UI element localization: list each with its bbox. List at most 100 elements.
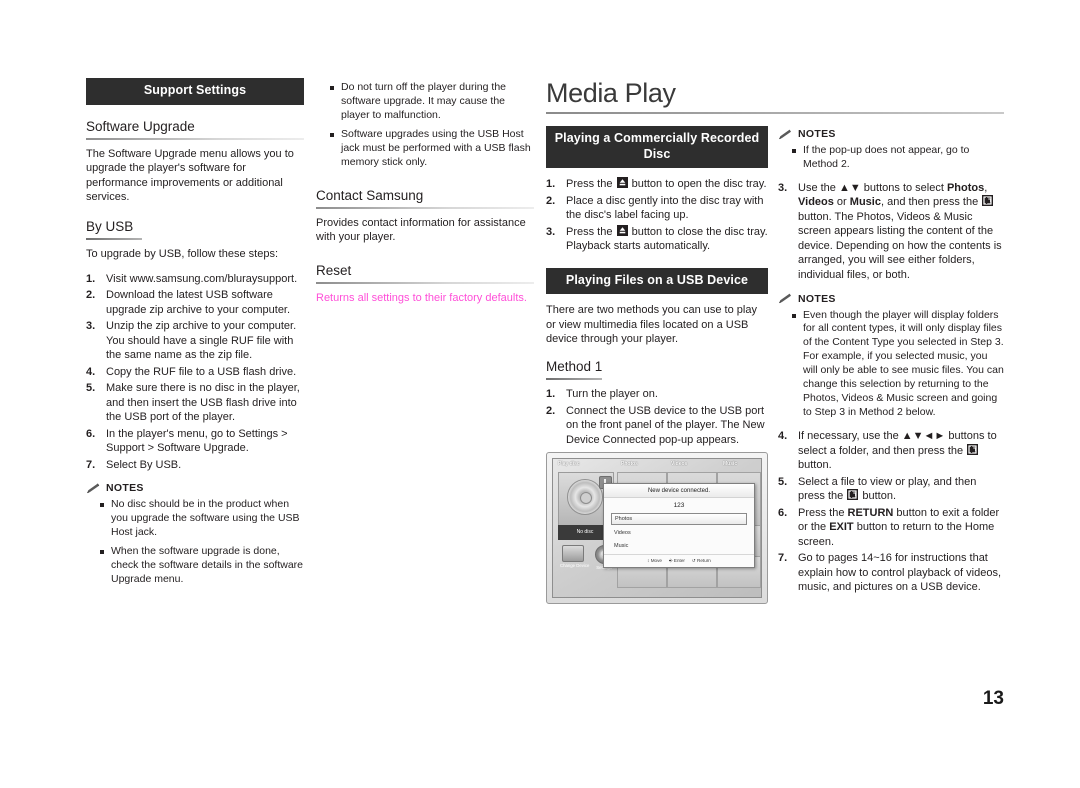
step-seg: , and then press the (880, 196, 982, 209)
step-3-block: 3. Use the ▲▼ buttons to select Photos, V… (778, 181, 1004, 283)
column-media-play: Playing a Commercially Recorded Disc 1. P… (546, 126, 768, 456)
usb-intro: There are two methods you can use to pla… (546, 304, 757, 346)
banner-playing-disc: Playing a Commercially Recorded Disc (546, 126, 768, 169)
step-text: Download the latest USB software upgrade… (106, 289, 291, 316)
change-device-label: Change Device (560, 563, 590, 568)
steps-4-to-7: 4. If necessary, use the ▲▼◄► buttons to … (778, 429, 1004, 595)
enter-icon (982, 195, 994, 207)
heading-rule (86, 137, 304, 140)
enter-icon (967, 443, 979, 455)
list-item: No disc should be in the product when yo… (100, 498, 304, 540)
list-item: 3. Press the button to close the disc tra… (546, 224, 768, 254)
notes-block: NOTES No disc should be in the product w… (86, 482, 304, 587)
column-support-settings: Support Settings Software Upgrade The So… (86, 78, 304, 596)
step-text: Connect the USB device to the USB port o… (566, 404, 765, 446)
keyword-exit: EXIT (829, 521, 854, 534)
notes-header: NOTES (778, 128, 1004, 140)
step-seg: Press the (798, 506, 848, 519)
list-item: Even though the player will display fold… (792, 309, 1004, 421)
home-label-play-disc: Play disc (558, 461, 580, 467)
pencil-icon (86, 483, 101, 494)
step-text-pre: Press the (566, 178, 616, 191)
change-device-item: Change Device (560, 545, 590, 568)
pencil-icon (778, 129, 793, 140)
step-number: 7. (778, 552, 788, 565)
step-seg: If necessary, use the (798, 430, 902, 443)
keyword-videos: Videos (798, 196, 834, 209)
step-seg: Use the (798, 181, 839, 194)
notes-header: NOTES (86, 482, 304, 494)
page-title: Media Play (546, 78, 676, 108)
disc-steps: 1. Press the button to open the disc tray… (546, 177, 768, 254)
home-label-music: Music (723, 461, 738, 467)
column-usb-notes: NOTES If the pop-up does not appear, go … (778, 128, 1004, 604)
step-text: Select By USB. (106, 458, 182, 471)
list-item: 3. Use the ▲▼ buttons to select Photos, V… (778, 181, 1004, 283)
arrow-glyphs: ▲▼ (838, 181, 861, 194)
popup-item-photos[interactable]: Photos (611, 513, 747, 525)
eject-icon (616, 177, 628, 189)
list-item: 1. Turn the player on. (546, 387, 768, 402)
list-item: 7. Go to pages 14~16 for instructions tha… (778, 551, 1004, 595)
method1-steps: 1. Turn the player on. 2. Connect the USB … (546, 387, 768, 447)
home-label-photos: Photos (621, 461, 638, 467)
heading-rule-short (86, 238, 142, 241)
step-number: 7. (86, 458, 96, 471)
step-number: 5. (86, 382, 96, 395)
heading-rule (316, 282, 534, 285)
list-item: 4. Copy the RUF file to a USB flash drive… (86, 365, 304, 380)
notes-items: If the pop-up does not appear, go to Met… (778, 144, 1004, 172)
popup-footer: ↕ Move ⎆ Enter ↺ Return (604, 554, 754, 567)
title-rule (546, 112, 1004, 114)
step-number: 3. (546, 225, 556, 238)
tv-screen: Play disc Photos Videos Music No disc Ch… (552, 458, 762, 598)
step-text: Turn the player on. (566, 388, 658, 401)
home-menu-labels: Play disc Photos Videos Music (553, 461, 761, 472)
contact-samsung-body: Provides contact information for assista… (316, 216, 526, 244)
footer-move-label: Move (650, 558, 662, 563)
by-usb-intro: To upgrade by USB, follow these steps: (86, 248, 278, 261)
list-item: 2. Download the latest USB software upgra… (86, 288, 304, 317)
footer-return: ↺ Return (691, 558, 711, 563)
notes-block-2: NOTES Even though the player will displa… (778, 293, 1004, 421)
notes-block-1: NOTES If the pop-up does not appear, go … (778, 128, 1004, 172)
heading-by-usb: By USB (86, 218, 134, 234)
list-item: 2. Connect the USB device to the USB port… (546, 404, 768, 448)
new-device-popup: New device connected. 123 Photos Videos … (603, 483, 755, 568)
list-item: 1. Press the button to open the disc tray… (546, 177, 768, 192)
list-item: Software upgrades using the USB Host jac… (330, 128, 534, 170)
folder-icon (562, 545, 584, 562)
media-play-title-block: Media Play (546, 80, 1004, 114)
notes-items-continued: Do not turn off the player during the so… (316, 81, 534, 170)
step-seg: or (833, 196, 850, 209)
home-label-videos: Videos (671, 461, 688, 467)
footer-return-label: Return (697, 558, 711, 563)
heading-reset: Reset (316, 262, 352, 278)
keyword-photos: Photos (946, 181, 985, 194)
step-seg: , (984, 181, 988, 194)
keyword-music: Music (849, 196, 881, 209)
step-number: 2. (546, 194, 556, 207)
step-text: Visit www.samsung.com/bluraysupport. (106, 272, 298, 285)
heading-rule-short (546, 378, 602, 381)
keyword-return: RETURN (847, 506, 894, 519)
notes-title: NOTES (106, 482, 144, 495)
step-text: In the player's menu, go to Settings > S… (106, 428, 288, 455)
step-number: 1. (546, 178, 556, 191)
screen-illustration: Play disc Photos Videos Music No disc Ch… (546, 452, 768, 604)
popup-title: New device connected. (604, 484, 754, 498)
banner-support-settings: Support Settings (86, 78, 304, 105)
heading-software-upgrade: Software Upgrade (86, 118, 195, 134)
step-text: Copy the RUF file to a USB flash drive. (106, 365, 297, 378)
by-usb-steps: 1. Visit www.samsung.com/bluraysupport. 2… (86, 272, 304, 473)
popup-item-videos[interactable]: Videos (611, 528, 747, 538)
step-number: 6. (778, 506, 788, 519)
heading-method-1: Method 1 (546, 359, 603, 374)
step-seg: button. (859, 490, 897, 503)
list-item: 3. Unzip the zip archive to your computer… (86, 319, 304, 363)
step-number: 1. (546, 388, 556, 401)
popup-item-music[interactable]: Music (611, 541, 747, 551)
reset-body: Returns all settings to their factory de… (316, 292, 527, 305)
step-number: 2. (86, 289, 96, 302)
step-number: 3. (778, 181, 788, 194)
